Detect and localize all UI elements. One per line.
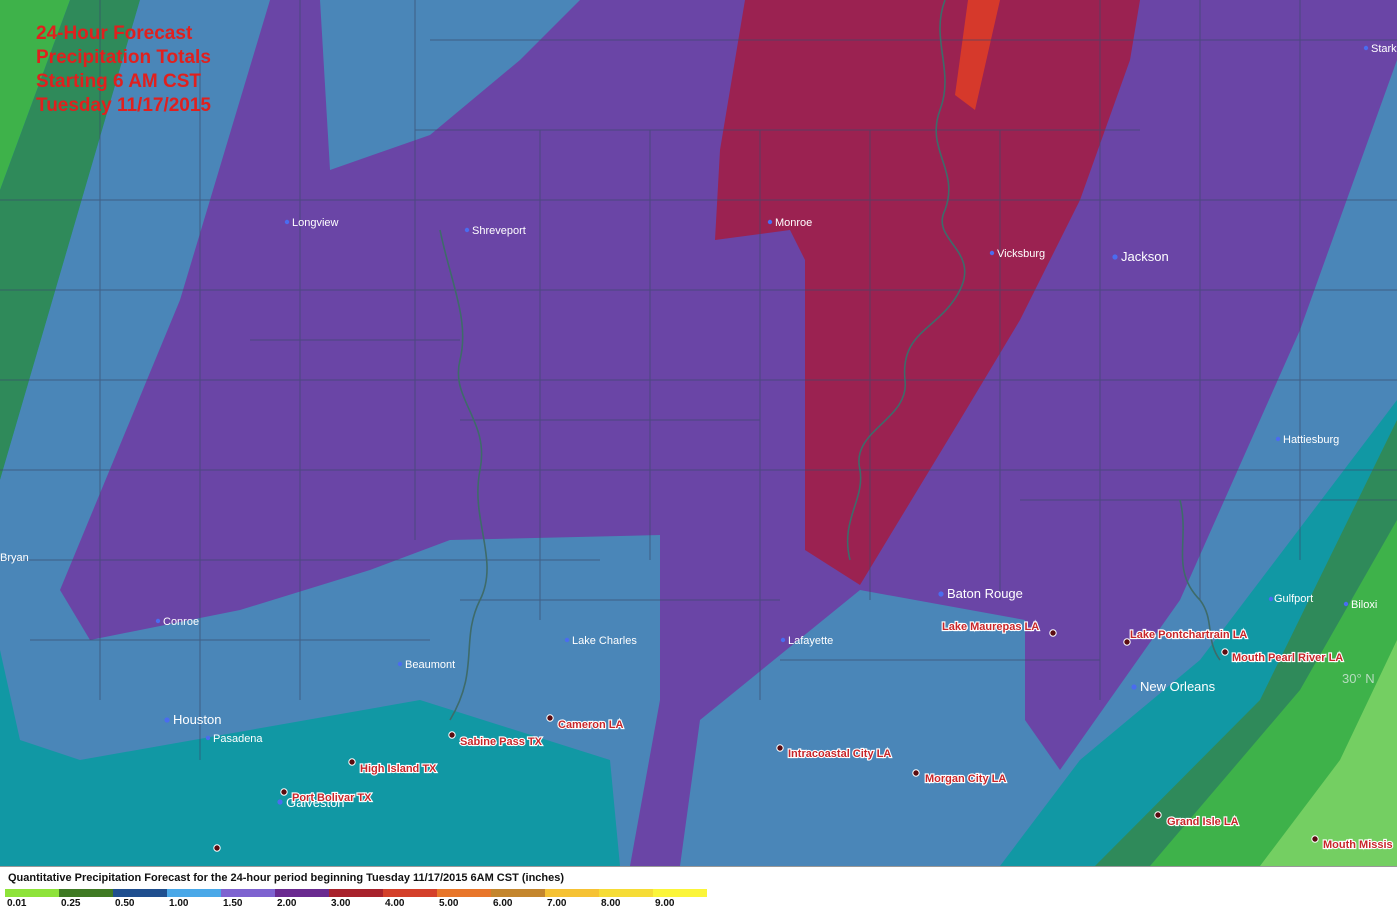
legend-swatch xyxy=(167,889,221,897)
city-label-shreveport: Shreveport xyxy=(472,225,526,237)
city-label-hattiesburg: Hattiesburg xyxy=(1283,434,1339,446)
station-label-mouth-pearl-river: Mouth Pearl River LA xyxy=(1232,652,1343,664)
legend-swatch xyxy=(491,889,545,897)
station-label-sabine-pass: Sabine Pass TX xyxy=(460,736,543,748)
legend-title: Quantitative Precipitation Forecast for … xyxy=(8,872,565,884)
city-label-bryan: Bryan xyxy=(0,552,29,564)
legend-swatch xyxy=(653,889,707,897)
city-label-new-orleans: New Orleans xyxy=(1140,679,1216,694)
city-label-pasadena: Pasadena xyxy=(213,733,263,745)
city-label-gulfport: Gulfport xyxy=(1274,593,1313,605)
city-label-stark: Stark xyxy=(1371,43,1397,55)
city-label-beaumont: Beaumont xyxy=(405,659,455,671)
legend-swatch xyxy=(599,889,653,897)
city-label-longview: Longview xyxy=(292,217,339,229)
station-label-port-bolivar: Port Bolivar TX xyxy=(292,792,372,804)
title-line-2: Precipitation Totals xyxy=(36,47,211,68)
legend-label: 8.00 xyxy=(601,898,621,909)
legend-label: 9.00 xyxy=(655,898,675,909)
city-label-vicksburg: Vicksburg xyxy=(997,248,1045,260)
city-label-biloxi: Biloxi xyxy=(1351,599,1377,611)
legend-label: 2.00 xyxy=(277,898,297,909)
city-label-jackson: Jackson xyxy=(1121,249,1169,264)
station-label-grand-isle: Grand Isle LA xyxy=(1167,816,1239,828)
city-label-houston: Houston xyxy=(173,712,221,727)
station-label-high-island: High Island TX xyxy=(360,763,437,775)
legend-label: 5.00 xyxy=(439,898,459,909)
legend-label: 1.00 xyxy=(169,898,189,909)
legend-swatch xyxy=(275,889,329,897)
legend-swatch xyxy=(545,889,599,897)
station-label-mouth-mississippi: Mouth Missis xyxy=(1323,839,1393,851)
title-line-4: Tuesday 11/17/2015 xyxy=(36,95,211,116)
legend-swatch xyxy=(383,889,437,897)
legend-label: 4.00 xyxy=(385,898,405,909)
precipitation-map: Longview Shreveport Monroe Vicksburg Jac… xyxy=(0,0,1397,866)
map-title: 24-Hour Forecast Precipitation Totals St… xyxy=(36,22,211,118)
city-label-baton-rouge: Baton Rouge xyxy=(947,586,1023,601)
legend-label: 3.00 xyxy=(331,898,351,909)
latitude-label: 30° N xyxy=(1342,671,1375,686)
station-label-lake-pontchartrain: Lake Pontchartrain LA xyxy=(1130,629,1247,641)
legend-swatch xyxy=(5,889,59,897)
city-label-conroe: Conroe xyxy=(163,616,199,628)
legend-label: 0.25 xyxy=(61,898,81,909)
title-line-3: Starting 6 AM CST xyxy=(36,71,202,92)
legend-label: 6.00 xyxy=(493,898,513,909)
station-label-morgan-city: Morgan City LA xyxy=(925,773,1006,785)
legend-label: 0.01 xyxy=(7,898,27,909)
station-label-lake-maurepas: Lake Maurepas LA xyxy=(942,621,1039,633)
legend-label: 7.00 xyxy=(547,898,567,909)
legend-swatch xyxy=(329,889,383,897)
city-label-lake-charles: Lake Charles xyxy=(572,635,637,647)
title-line-1: 24-Hour Forecast xyxy=(36,23,193,44)
legend-swatch xyxy=(113,889,167,897)
legend-label: 0.50 xyxy=(115,898,135,909)
legend: Quantitative Precipitation Forecast for … xyxy=(0,866,1397,911)
legend-swatch xyxy=(59,889,113,897)
legend-swatch xyxy=(437,889,491,897)
city-label-monroe: Monroe xyxy=(775,217,812,229)
legend-label: 1.50 xyxy=(223,898,243,909)
station-label-intracoastal-city: Intracoastal City LA xyxy=(788,748,891,760)
legend-swatch xyxy=(221,889,275,897)
station-label-cameron: Cameron LA xyxy=(558,719,623,731)
city-label-lafayette: Lafayette xyxy=(788,635,833,647)
